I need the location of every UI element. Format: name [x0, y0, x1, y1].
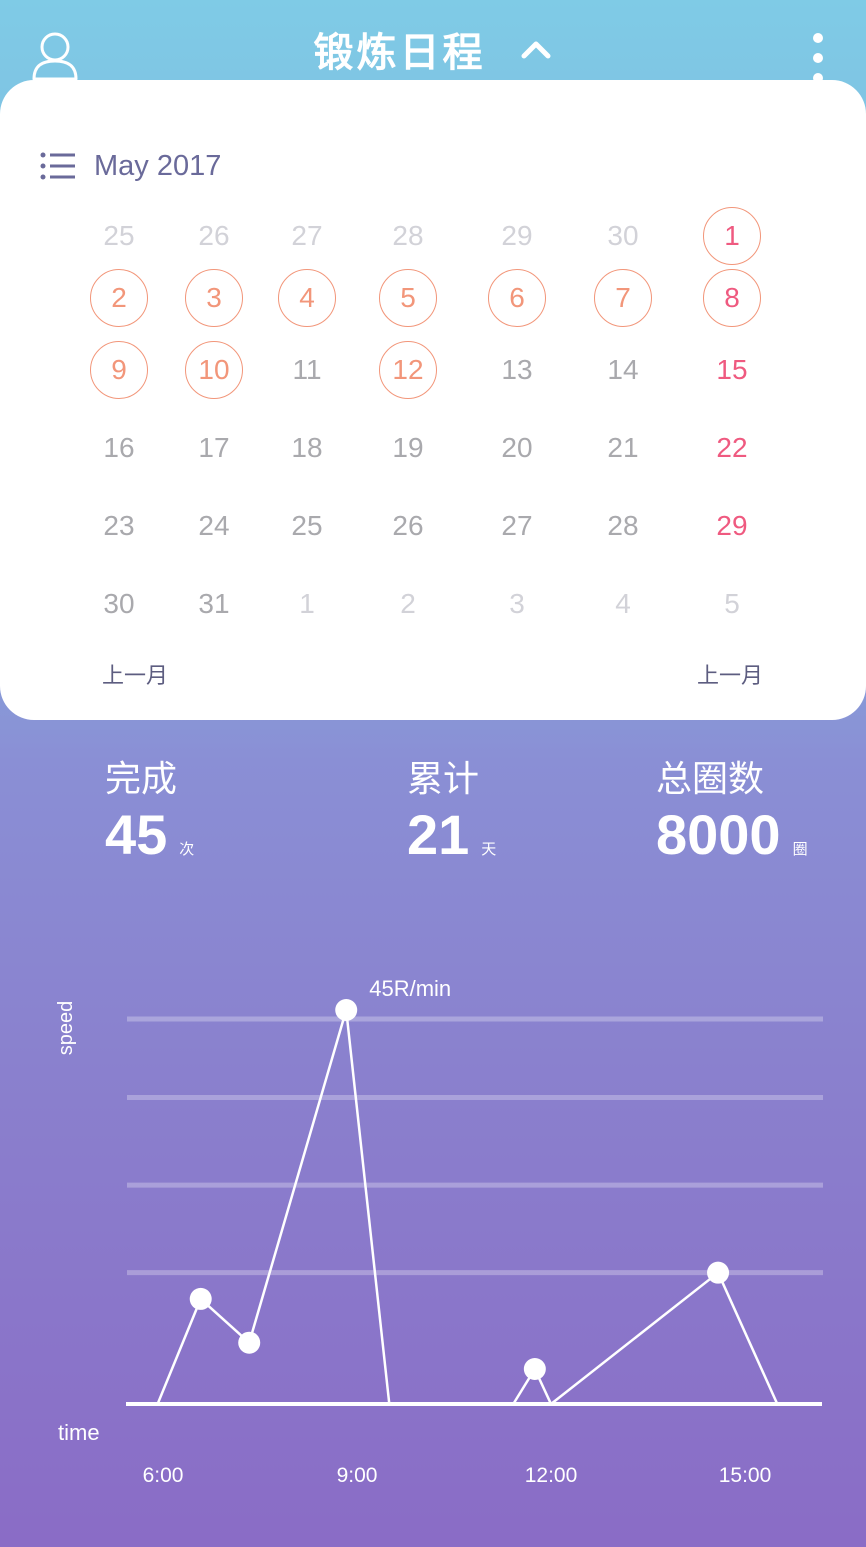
calendar-day[interactable]: 4	[278, 269, 336, 327]
x-tick-label: 9:00	[337, 1464, 378, 1487]
calendar-day[interactable]: 28	[594, 497, 652, 555]
y-axis-label: speed	[55, 1001, 77, 1056]
chevron-up-icon[interactable]	[519, 34, 553, 64]
month-label: May 2017	[94, 149, 222, 182]
data-point	[707, 1261, 730, 1284]
calendar-day[interactable]: 23	[90, 497, 148, 555]
stat-unit: 天	[481, 840, 497, 858]
calendar-day[interactable]: 30	[90, 575, 148, 633]
calendar-card: May 2017 25 26 27 28 29 30 1 2 3 4 5 6 7 8 9 10 11 12 13 14…	[0, 80, 866, 720]
calendar-day[interactable]: 22	[703, 419, 761, 477]
calendar-day[interactable]: 2	[379, 575, 437, 633]
stat-total-days: 累计 21 天	[407, 750, 496, 867]
data-point	[238, 1331, 261, 1354]
peak-annotation: 45R/min	[369, 976, 451, 1001]
calendar-day[interactable]: 3	[185, 269, 243, 327]
calendar-day[interactable]: 27	[278, 207, 336, 265]
data-point	[189, 1287, 212, 1310]
x-tick-label: 12:00	[525, 1464, 578, 1487]
calendar-day[interactable]: 28	[379, 207, 437, 265]
page-title: 锻炼日程	[313, 30, 486, 76]
calendar-day[interactable]: 20	[488, 419, 546, 477]
x-tick-label: 15:00	[719, 1464, 772, 1487]
stat-label: 累计	[407, 759, 480, 800]
calendar-day[interactable]: 24	[185, 497, 243, 555]
list-icon[interactable]	[40, 152, 76, 180]
calendar-day[interactable]: 1	[703, 207, 761, 265]
data-point	[335, 999, 358, 1021]
stat-value: 45	[105, 803, 168, 866]
calendar-day[interactable]: 9	[90, 341, 148, 399]
speed-chart: 45R/min speed time 6:00 9:00 12:00 15:00	[55, 976, 823, 1487]
calendar-day[interactable]: 26	[185, 207, 243, 265]
calendar-day[interactable]: 8	[703, 269, 761, 327]
month-header: May 2017	[40, 148, 221, 184]
calendar-day[interactable]: 29	[703, 497, 761, 555]
calendar-day[interactable]: 25	[90, 207, 148, 265]
calendar-day[interactable]: 21	[594, 419, 652, 477]
calendar-day[interactable]: 15	[703, 341, 761, 399]
calendar-day[interactable]: 30	[594, 207, 652, 265]
stat-completed: 完成 45 次	[105, 750, 194, 867]
stat-label: 完成	[105, 759, 178, 800]
next-month-button[interactable]: 上一月	[697, 658, 763, 690]
calendar-day[interactable]: 12	[379, 341, 437, 399]
calendar-day[interactable]: 17	[185, 419, 243, 477]
calendar-day[interactable]: 5	[703, 575, 761, 633]
calendar-day[interactable]: 29	[488, 207, 546, 265]
calendar-day[interactable]: 5	[379, 269, 437, 327]
calendar-day[interactable]: 18	[278, 419, 336, 477]
calendar-day[interactable]: 13	[488, 341, 546, 399]
calendar-day[interactable]: 3	[488, 575, 546, 633]
calendar-day[interactable]: 6	[488, 269, 546, 327]
calendar-day[interactable]: 11	[278, 341, 336, 399]
calendar-day[interactable]: 2	[90, 269, 148, 327]
calendar-day[interactable]: 10	[185, 341, 243, 399]
calendar-day[interactable]: 7	[594, 269, 652, 327]
calendar-day[interactable]: 16	[90, 419, 148, 477]
calendar-day[interactable]: 14	[594, 341, 652, 399]
stat-value: 8000	[656, 803, 781, 866]
calendar-day[interactable]: 26	[379, 497, 437, 555]
data-point	[523, 1357, 546, 1380]
stat-value: 21	[407, 803, 470, 866]
calendar-day[interactable]: 31	[185, 575, 243, 633]
calendar-day[interactable]: 4	[594, 575, 652, 633]
calendar-day[interactable]: 1	[278, 575, 336, 633]
calendar-day[interactable]: 19	[379, 419, 437, 477]
calendar-day[interactable]: 25	[278, 497, 336, 555]
x-axis-label: time	[58, 1420, 100, 1445]
stat-unit: 圈	[792, 840, 808, 858]
stat-unit: 次	[179, 840, 195, 858]
stat-label: 总圈数	[656, 759, 765, 800]
stat-total-laps: 总圈数 8000 圈	[656, 750, 808, 867]
header-title-group[interactable]: 锻炼日程	[0, 20, 866, 78]
prev-month-button[interactable]: 上一月	[102, 658, 168, 690]
x-tick-label: 6:00	[143, 1464, 184, 1487]
calendar-day[interactable]: 27	[488, 497, 546, 555]
